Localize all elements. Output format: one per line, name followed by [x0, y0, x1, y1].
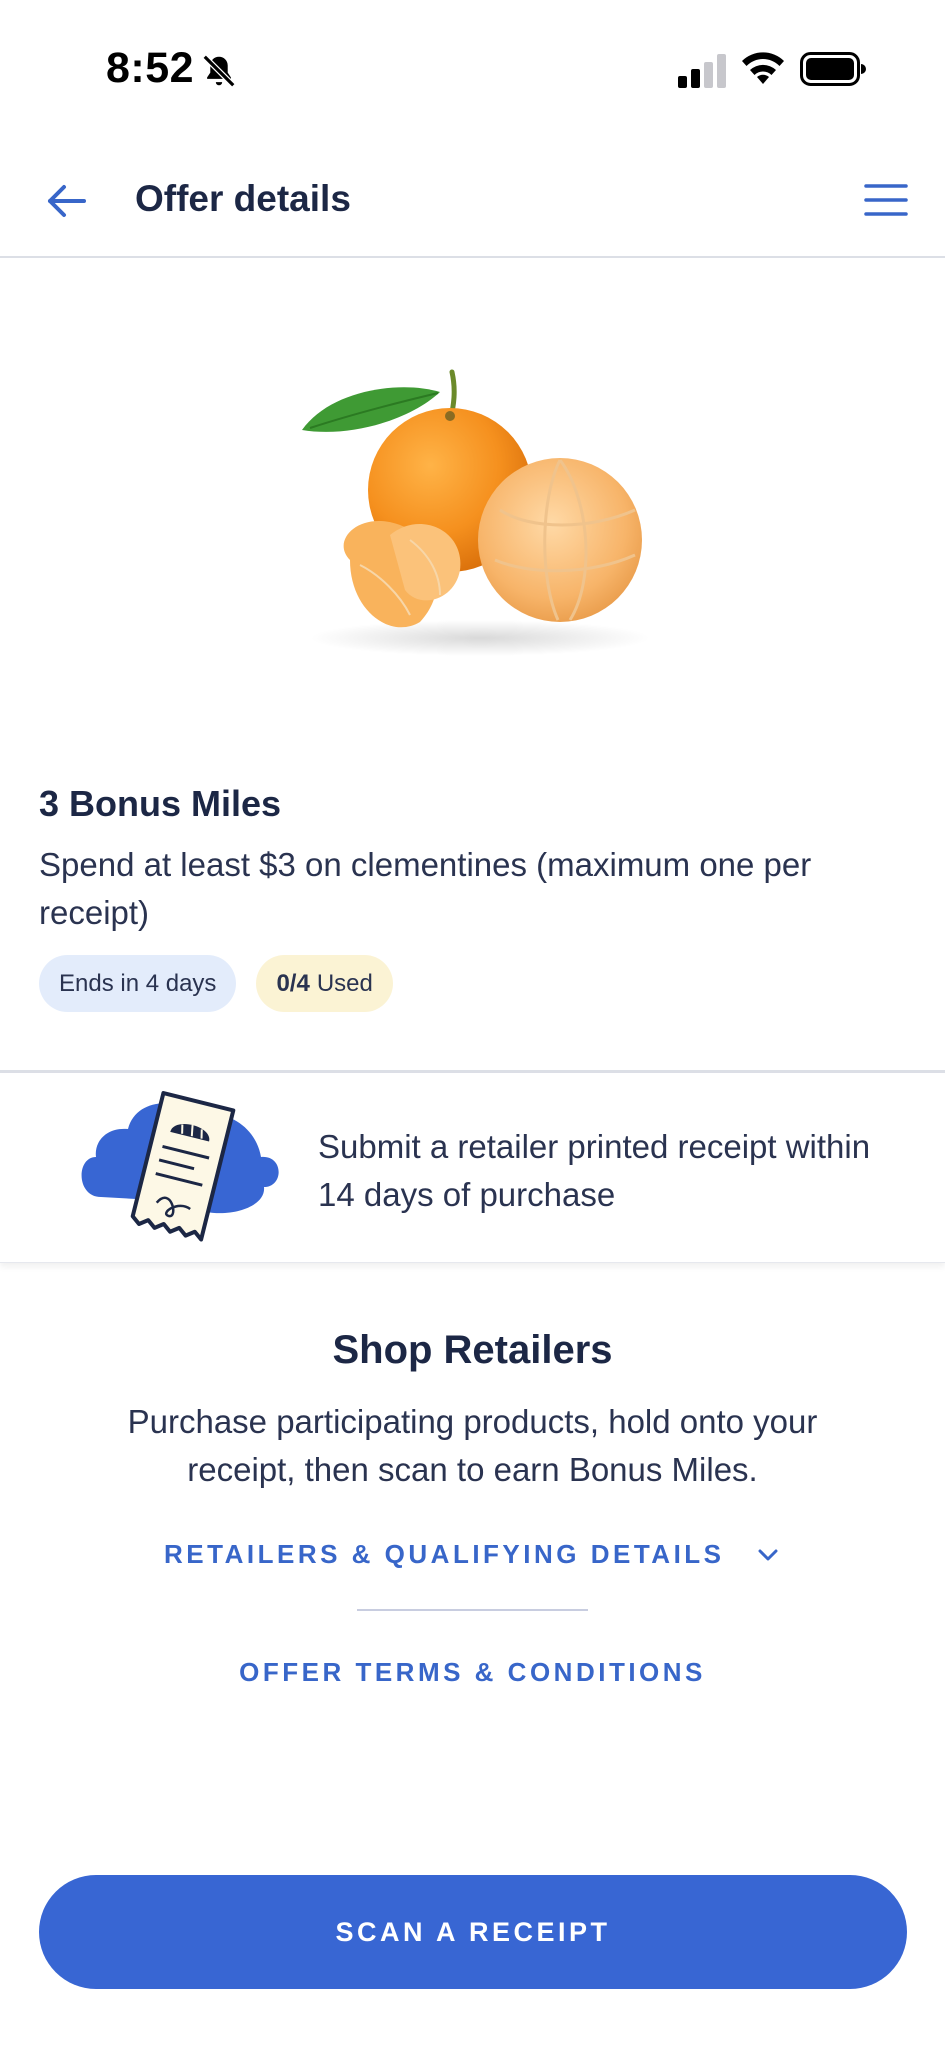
- cellular-signal-icon: [678, 54, 726, 88]
- receipt-icon: [81, 1091, 279, 1242]
- ends-badge: Ends in 4 days: [39, 955, 237, 1012]
- status-bar: 8:52: [0, 0, 945, 140]
- used-badge: 0/4 Used: [256, 955, 393, 1012]
- chevron-down-icon: [758, 1549, 778, 1560]
- bell-slash-icon: [202, 54, 236, 88]
- clementines-image: [302, 369, 650, 656]
- used-count: 0/4: [276, 969, 310, 997]
- status-time: 8:52: [106, 44, 195, 92]
- receipt-info-section: Submit a retailer printed receipt within…: [0, 1073, 945, 1263]
- shop-retailers-title: Shop Retailers: [332, 1328, 613, 1372]
- offer-title: 3 Bonus Miles: [39, 783, 282, 824]
- offer-details-page: 8:52 Offer details 3 Bonus Miles Spend a…: [0, 0, 945, 2048]
- battery-icon: [800, 52, 866, 86]
- used-label: Used: [316, 969, 373, 997]
- scan-receipt-button[interactable]: SCAN A RECEIPT: [39, 1875, 907, 1989]
- hamburger-menu-icon[interactable]: [862, 176, 910, 224]
- app-header: Offer details: [0, 140, 945, 258]
- offer-terms-link[interactable]: OFFER TERMS & CONDITIONS: [0, 1657, 945, 1688]
- retailers-qualifying-link[interactable]: RETAILERS & QUALIFYING DETAILS: [0, 1539, 945, 1570]
- receipt-instructions: Submit a retailer printed receipt within…: [318, 1128, 871, 1213]
- retailers-link-label: RETAILERS & QUALIFYING DETAILS: [164, 1539, 725, 1569]
- terms-link-label: OFFER TERMS & CONDITIONS: [239, 1657, 706, 1687]
- offer-description: Spend at least $3 on clementines (maximu…: [39, 846, 812, 931]
- back-arrow-icon[interactable]: [40, 174, 94, 228]
- shop-retailers-description: Purchase participating products, hold on…: [127, 1403, 818, 1488]
- link-divider: [357, 1609, 588, 1611]
- wifi-icon: [742, 52, 784, 84]
- offer-badges: Ends in 4 days 0/4 Used: [39, 955, 393, 1012]
- page-title: Offer details: [135, 178, 351, 219]
